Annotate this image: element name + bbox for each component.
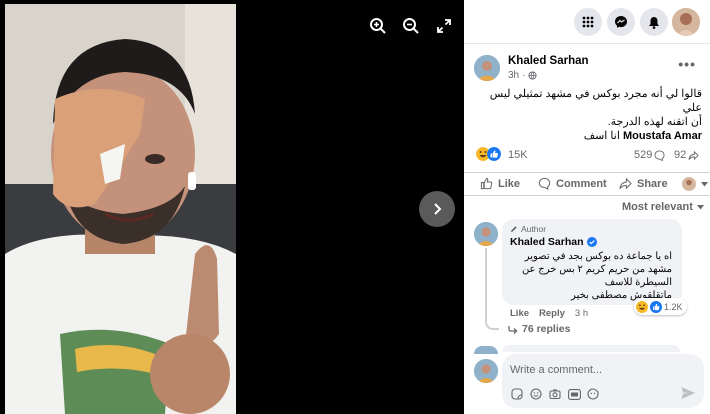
post-text: قالوا لي أنه مجرد بوكس في مشهد تمثيلي لي… (472, 87, 702, 143)
like-button[interactable]: Like (480, 177, 520, 190)
post-text-line: انا اسف (583, 130, 623, 142)
comment-button-label: Comment (556, 177, 607, 190)
post-mention-link[interactable]: Moustafa Amar (623, 130, 702, 142)
comment-text-line: مشهد من حريم كريم ٢ بس خرج عن (521, 264, 672, 275)
caret-down-icon (701, 181, 708, 186)
globe-icon (528, 71, 538, 80)
notifications-bell-icon[interactable] (640, 8, 668, 36)
zoom-out-icon[interactable] (400, 15, 422, 37)
thumbs-up-icon (480, 177, 493, 190)
post-meta: 3h · (508, 70, 538, 81)
menu-grid-icon[interactable] (574, 8, 602, 36)
next-photo-button[interactable] (419, 191, 455, 227)
pencil-icon (511, 226, 517, 232)
post-actions: Like Comment Share (464, 172, 710, 196)
comment-sort-label: Most relevant (622, 201, 693, 213)
like-reaction-icon (650, 300, 662, 313)
top-bar (464, 0, 710, 44)
comment-reply-button[interactable]: Reply (539, 308, 565, 319)
comment-bubble: Author Khaled Sarhan اه يا جماعة ده بوكس… (502, 219, 682, 305)
like-button-label: Like (498, 177, 521, 190)
photo-viewer (0, 0, 464, 414)
more-options-button[interactable]: ••• (678, 56, 696, 72)
comment-reactions[interactable]: 1.2K (634, 298, 687, 315)
fullscreen-icon[interactable] (433, 15, 455, 37)
reaction-count[interactable]: 15K (508, 149, 528, 161)
sticker-face-icon[interactable] (586, 387, 600, 401)
author-avatar[interactable] (474, 55, 500, 81)
send-icon[interactable] (680, 385, 696, 401)
comment-text-line: السيطرة للاسف (604, 277, 672, 288)
comment-bubble-icon (654, 149, 665, 161)
post-text-line: قالوا لي أنه مجرد بوكس في مشهد تمثيلي لي… (489, 88, 702, 114)
post-author-name[interactable]: Khaled Sarhan (508, 55, 589, 67)
comment-text-line: اه يا جماعة ده بوكس بجد في تصوير (524, 251, 672, 262)
comment-actions: Like Reply 3 h (510, 308, 588, 319)
post-text-line: أن اتقنه لهذه الدرجة. (607, 116, 702, 128)
comment-input[interactable] (510, 362, 690, 378)
sticker-icon[interactable] (510, 387, 524, 401)
post-header: Khaled Sarhan 3h · ••• (474, 52, 704, 84)
comment-composer (502, 354, 704, 408)
verified-badge-icon (586, 237, 597, 247)
profile-avatar-small (682, 177, 696, 191)
share-button-label: Share (637, 177, 668, 190)
post-panel: Khaled Sarhan 3h · ••• قالوا لي أنه مجرد… (464, 0, 710, 414)
messenger-icon[interactable] (607, 8, 635, 36)
next-comment-bubble (502, 345, 680, 352)
share-button[interactable]: Share (619, 177, 668, 190)
replies-count-label: 76 replies (522, 323, 571, 335)
next-comment-avatar[interactable] (474, 346, 498, 354)
reactions-summary: 15K 529 92 (476, 146, 702, 164)
comment-icon (538, 177, 551, 190)
shares-count[interactable]: 92 (674, 149, 699, 161)
composer-avatar (474, 359, 498, 383)
like-reaction-icon[interactable] (487, 147, 501, 161)
zoom-in-icon[interactable] (367, 15, 389, 37)
comment-author-name[interactable]: Khaled Sarhan (510, 236, 584, 248)
view-replies-link[interactable]: 76 replies (508, 323, 570, 335)
comment-button[interactable]: Comment (538, 177, 607, 190)
post-time[interactable]: 3h (508, 70, 519, 81)
comment-text: اه يا جماعة ده بوكس بجد في تصوير مشهد من… (507, 250, 672, 302)
author-badge: Author (510, 224, 546, 234)
emoji-icon[interactable] (529, 387, 543, 401)
comment-like-button[interactable]: Like (510, 308, 529, 319)
caret-down-icon (696, 204, 704, 209)
comment-sort-dropdown[interactable]: Most relevant (622, 201, 704, 213)
haha-reaction-icon (636, 300, 648, 313)
reply-arrow-icon (508, 325, 518, 334)
reply-thread-line (485, 248, 499, 330)
profile-avatar[interactable] (672, 8, 700, 36)
chevron-right-icon (434, 203, 442, 215)
post-photo (5, 4, 236, 414)
share-icon (619, 177, 632, 190)
man-with-bandaged-eye-photo (5, 4, 236, 414)
comments-count[interactable]: 529 (634, 149, 665, 161)
comment-reaction-count: 1.2K (664, 301, 683, 312)
comment-author-avatar[interactable] (474, 222, 498, 246)
gif-icon[interactable] (567, 387, 581, 401)
comment-time[interactable]: 3 h (575, 308, 588, 319)
camera-icon[interactable] (548, 387, 562, 401)
share-arrow-icon (688, 150, 699, 160)
react-as-selector[interactable] (682, 177, 708, 191)
